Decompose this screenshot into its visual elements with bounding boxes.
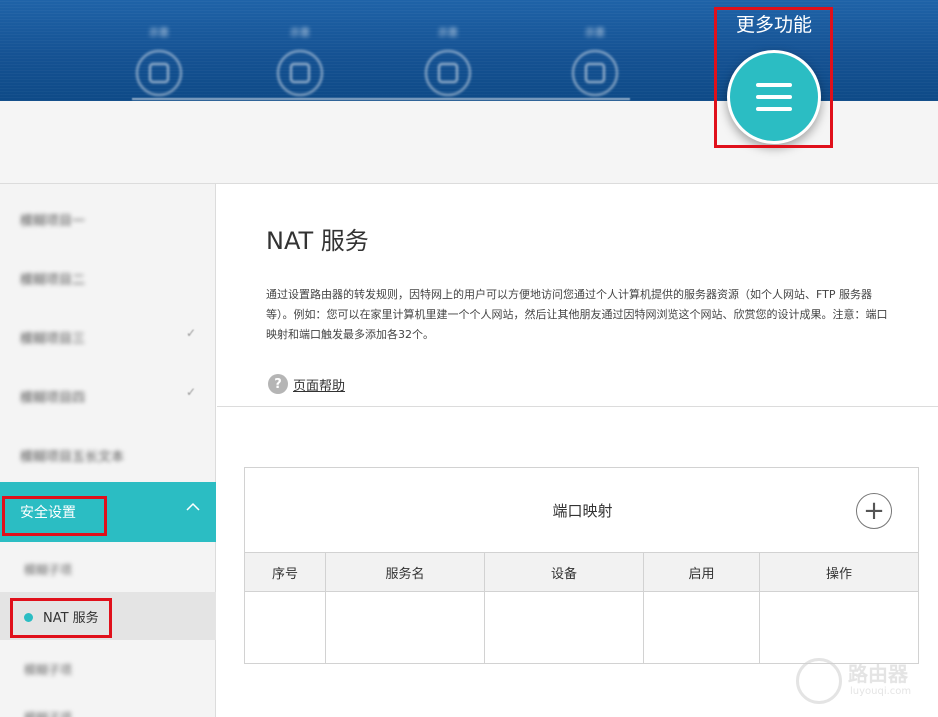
sidebar-item-label: 模糊项目四 bbox=[20, 391, 86, 406]
page-title: NAT 服务 bbox=[266, 227, 369, 255]
table-cell bbox=[485, 592, 644, 663]
help-link-text: 页面帮助 bbox=[293, 378, 346, 394]
more-features-button[interactable] bbox=[727, 50, 821, 144]
watermark-subtext: luyouqi.com bbox=[850, 686, 912, 697]
sidebar-item-5[interactable]: 模糊项目五长文本 bbox=[0, 424, 216, 484]
watermark-text: 路由器 bbox=[848, 662, 908, 686]
column-header-device: 设备 bbox=[485, 553, 644, 591]
table-cell bbox=[326, 592, 485, 663]
chevron-up-icon bbox=[186, 502, 200, 511]
sidebar-item-1[interactable]: 模糊项目一 bbox=[0, 188, 216, 248]
page-description: 通过设置路由器的转发规则，因特网上的用户可以方便地访问您通过个人计算机提供的服务… bbox=[266, 288, 888, 341]
active-dot-icon bbox=[24, 613, 33, 622]
sidebar-item-security[interactable]: 安全设置 bbox=[0, 482, 216, 542]
port-mapping-panel: 端口映射 + 序号 服务名 设备 启用 操作 bbox=[244, 467, 919, 664]
nav-item-4[interactable]: 示意 bbox=[540, 0, 650, 101]
sidebar-item-label: 模糊项目二 bbox=[20, 273, 86, 288]
page-help-link[interactable]: ? 页面帮助 bbox=[268, 374, 345, 394]
column-header-actions: 操作 bbox=[825, 566, 852, 582]
menu-line bbox=[756, 95, 792, 99]
sidebar-subitem-label: 模糊子项 bbox=[24, 663, 73, 677]
sidebar-item-label: 模糊项目三 bbox=[20, 332, 86, 347]
watermark-logo: 路由器 luyouqi.com bbox=[796, 652, 936, 712]
help-icon: ? bbox=[268, 374, 288, 394]
sidebar-item-label: 安全设置 bbox=[20, 505, 76, 521]
wifi-icon bbox=[425, 50, 471, 96]
sidebar-subitem-label: 模糊子项 bbox=[24, 563, 73, 577]
table-header: 序号 服务名 设备 启用 操作 bbox=[245, 552, 918, 592]
sidebar-item-2[interactable]: 模糊项目二 bbox=[0, 247, 216, 307]
sidebar-subitem-1[interactable]: 模糊子项 bbox=[0, 544, 216, 594]
menu-line bbox=[756, 107, 792, 111]
router-logo-icon bbox=[796, 658, 842, 704]
sidebar-item-label: 模糊项目五长文本 bbox=[20, 450, 125, 465]
nav-item-label: 示意 bbox=[149, 28, 169, 39]
column-header-enable: 启用 bbox=[644, 553, 760, 591]
nav-item-label: 示意 bbox=[438, 28, 458, 39]
sidebar-subitem-3[interactable]: 模糊子项 bbox=[0, 644, 216, 694]
chevron-down-icon: ✓ bbox=[185, 385, 196, 399]
nav-item-2[interactable]: 示意 bbox=[245, 0, 355, 101]
table-cell bbox=[245, 592, 326, 663]
nav-item-3[interactable]: 示意 bbox=[393, 0, 503, 101]
add-rule-button[interactable]: + bbox=[856, 493, 892, 529]
sidebar-item-label: 模糊项目一 bbox=[20, 214, 86, 229]
more-features-label: 更多功能 bbox=[735, 14, 812, 36]
panel-title: 端口映射 bbox=[552, 502, 613, 520]
column-header-index: 序号 bbox=[245, 553, 326, 591]
home-icon bbox=[136, 50, 182, 96]
sidebar-subitem-label: NAT 服务 bbox=[43, 611, 99, 626]
globe-icon bbox=[277, 50, 323, 96]
column-header-service: 服务名 bbox=[326, 553, 485, 591]
nav-item-label: 示意 bbox=[290, 28, 310, 39]
sidebar-subitem-label: 模糊子项 bbox=[24, 709, 72, 717]
sidebar: 模糊项目一 模糊项目二 模糊项目三 ✓ 模糊项目四 ✓ 模糊项目五长文本 安全设… bbox=[0, 184, 216, 717]
nav-item-1[interactable]: 示意 bbox=[104, 0, 214, 101]
menu-line bbox=[756, 83, 792, 87]
devices-icon bbox=[572, 50, 618, 96]
nav-item-label: 示意 bbox=[585, 28, 605, 39]
sidebar-subitem-nat[interactable]: NAT 服务 bbox=[0, 592, 216, 640]
chevron-down-icon: ✓ bbox=[185, 326, 196, 340]
content-divider bbox=[217, 406, 938, 407]
sidebar-item-3[interactable]: 模糊项目三 ✓ bbox=[0, 306, 216, 366]
sidebar-subitem-4[interactable]: 模糊子项 bbox=[0, 692, 216, 717]
table-cell bbox=[644, 592, 760, 663]
nav-underline bbox=[132, 98, 630, 100]
sidebar-item-4[interactable]: 模糊项目四 ✓ bbox=[0, 365, 216, 425]
